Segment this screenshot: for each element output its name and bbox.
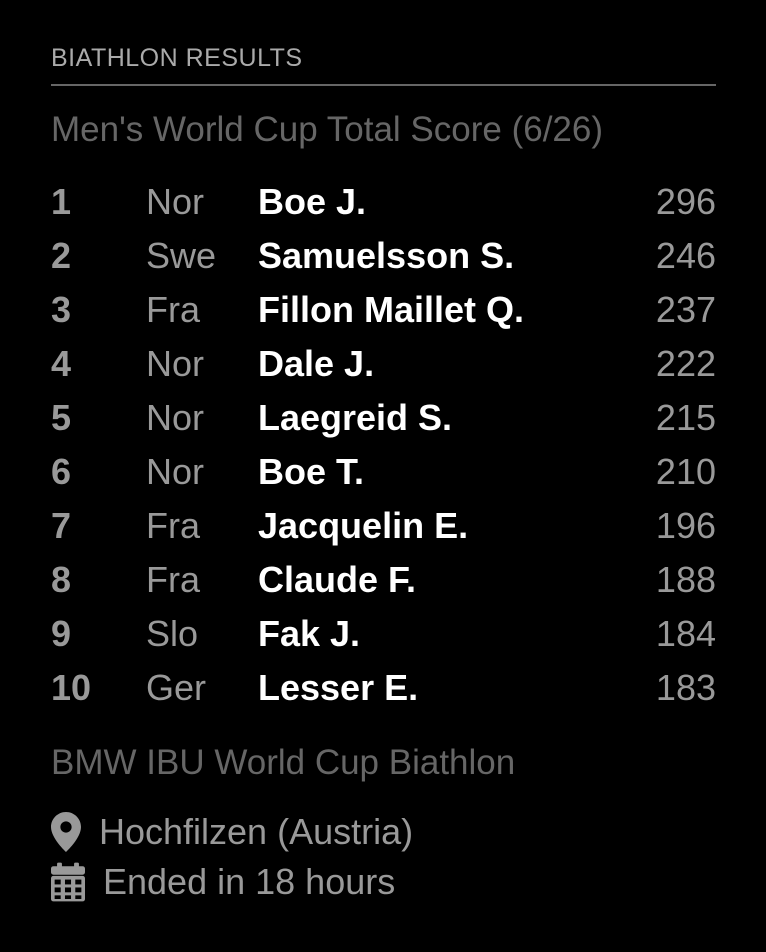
result-nation: Fra xyxy=(146,505,200,546)
result-athlete-name: Dale J. xyxy=(258,343,375,384)
result-points: 210 xyxy=(655,451,716,492)
results-row: 5 Nor Laegreid S. 215 xyxy=(51,391,716,445)
result-nation: Nor xyxy=(146,451,205,492)
result-points: 183 xyxy=(655,667,716,708)
result-rank: 3 xyxy=(51,289,72,330)
result-nation: Nor xyxy=(146,181,205,222)
result-athlete-name: Boe T. xyxy=(258,451,365,492)
result-athlete-name: Laegreid S. xyxy=(258,397,453,438)
result-points: 222 xyxy=(655,343,716,384)
results-row: 1 Nor Boe J. 296 xyxy=(51,175,716,229)
result-athlete-name: Samuelsson S. xyxy=(258,235,515,276)
result-rank: 8 xyxy=(51,559,72,600)
result-nation: Ger xyxy=(146,667,207,708)
result-points: 296 xyxy=(655,181,716,222)
result-rank: 5 xyxy=(51,397,72,438)
result-athlete-name: Lesser E. xyxy=(258,667,419,708)
results-row: 3 Fra Fillon Maillet Q. 237 xyxy=(51,283,716,337)
event-status-text: Ended in 18 hours xyxy=(103,861,396,902)
result-rank: 1 xyxy=(51,181,72,222)
result-rank: 7 xyxy=(51,505,72,546)
results-row: 10 Ger Lesser E. 183 xyxy=(51,661,716,715)
result-rank: 2 xyxy=(51,235,72,276)
result-rank: 6 xyxy=(51,451,72,492)
result-athlete-name: Boe J. xyxy=(258,181,367,222)
result-points: 184 xyxy=(655,613,716,654)
result-athlete-name: Claude F. xyxy=(258,559,417,600)
result-nation: Swe xyxy=(146,235,217,276)
event-status: Ended in 18 hours xyxy=(51,857,716,907)
event-location-text: Hochfilzen (Austria) xyxy=(99,811,414,852)
result-points: 237 xyxy=(655,289,716,330)
result-athlete-name: Jacquelin E. xyxy=(258,505,469,546)
results-subtitle: Men's World Cup Total Score (6/26) xyxy=(51,110,604,149)
result-points: 215 xyxy=(655,397,716,438)
event-location: Hochfilzen (Austria) xyxy=(51,807,716,857)
biathlon-results-module: Biathlon Results Men's World Cup Total S… xyxy=(51,40,716,907)
result-rank: 10 xyxy=(51,667,92,708)
result-athlete-name: Fillon Maillet Q. xyxy=(258,289,525,330)
result-nation: Nor xyxy=(146,397,205,438)
result-points: 196 xyxy=(655,505,716,546)
results-row: 7 Fra Jacquelin E. 196 xyxy=(51,499,716,553)
module-header: Biathlon Results xyxy=(51,40,716,86)
results-row: 2 Swe Samuelsson S. 246 xyxy=(51,229,716,283)
result-points: 246 xyxy=(655,235,716,276)
event-name: BMW IBU World Cup Biathlon xyxy=(51,743,516,782)
result-nation: Fra xyxy=(146,559,200,600)
result-athlete-name: Fak J. xyxy=(258,613,361,654)
results-table: 1 Nor Boe J. 296 2 Swe Samuelsson S. 246 3 Fra Fil… xyxy=(51,175,716,715)
results-row: 8 Fra Claude F. 188 xyxy=(51,553,716,607)
result-points: 188 xyxy=(655,559,716,600)
result-nation: Slo xyxy=(146,613,199,654)
calendar-icon xyxy=(51,862,85,902)
results-row: 9 Slo Fak J. 184 xyxy=(51,607,716,661)
results-table-body: 1 Nor Boe J. 296 2 Swe Samuelsson S. 246 3 Fra Fil… xyxy=(51,175,716,715)
results-row: 4 Nor Dale J. 222 xyxy=(51,337,716,391)
result-rank: 4 xyxy=(51,343,72,384)
map-marker-icon xyxy=(51,812,85,852)
result-rank: 9 xyxy=(51,613,72,654)
result-nation: Fra xyxy=(146,289,200,330)
results-row: 6 Nor Boe T. 210 xyxy=(51,445,716,499)
result-nation: Nor xyxy=(146,343,205,384)
